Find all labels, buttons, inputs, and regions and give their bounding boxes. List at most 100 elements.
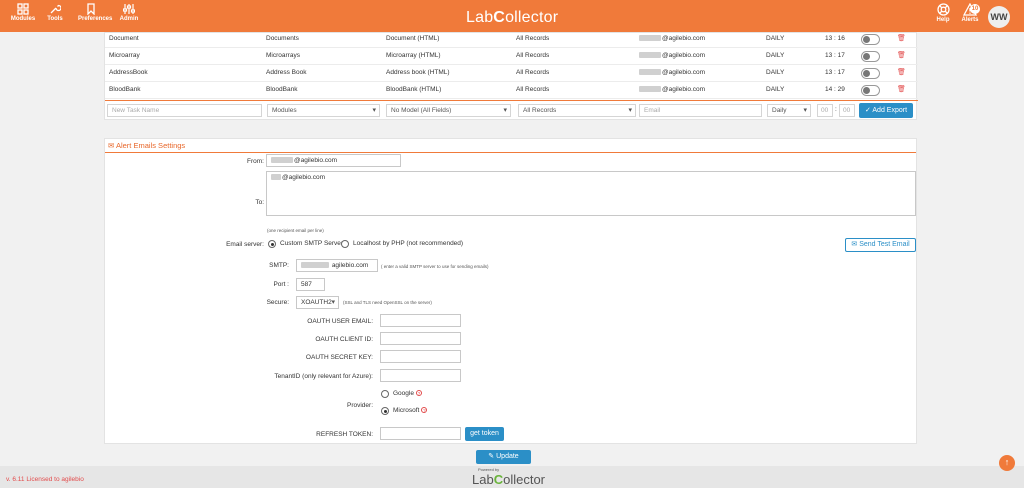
trash-icon[interactable]: 🗑 [897,68,906,76]
labcollector-logo: LabCollector [466,9,558,27]
provider-label: Provider: [346,402,373,409]
nav-tools[interactable]: Tools [42,3,68,22]
task-records: All Records [516,86,550,93]
page-footer: v. 6.11 Licensed to agilebio Powered by … [0,466,1024,488]
grid-icon [17,3,29,15]
localhost-php-radio[interactable] [341,240,349,248]
refresh-token-field[interactable] [380,427,461,440]
task-records: All Records [516,69,550,76]
modules-select[interactable]: Modules [267,104,380,117]
frequency-select[interactable]: Daily [767,104,811,117]
logo-text-c: C [493,9,506,26]
redacted-block [639,69,661,76]
check-icon: ✓ [864,107,871,114]
new-export-row: New Task Name Modules No Model (All Fiel… [105,100,918,120]
nav-admin-label: Admin [119,16,139,22]
secure-select[interactable]: XOAUTH2 [296,296,339,309]
task-model: Microarray (HTML) [386,52,441,59]
nav-modules-label: Modules [10,16,36,22]
new-task-name-input[interactable]: New Task Name [107,104,262,117]
section-header: ✉ Alert Emails Settings [105,139,916,153]
nav-preferences-label: Preferences [78,16,113,22]
get-token-button[interactable]: get token [465,427,504,441]
table-row: AddressBook Address Book Address book (H… [105,65,918,82]
alert-emails-settings-panel: ✉ Alert Emails Settings From: @agilebio.… [104,138,917,444]
provider-google-label: Google? [393,390,422,397]
nav-preferences[interactable]: Preferences [78,3,113,22]
table-row: BloodBank BloodBank BloodBank (HTML) All… [105,82,918,99]
envelope-icon: ✉ [851,241,858,248]
smtp-note: ( enter a valid SMTP server to use for s… [381,264,489,269]
port-label: Port : [273,281,289,288]
send-test-email-button[interactable]: ✉ Send Test Email [845,238,916,252]
trash-icon[interactable]: 🗑 [897,34,906,42]
task-enabled-toggle[interactable] [861,51,880,62]
logo-text-lab: Lab [466,9,494,26]
provider-microsoft-radio[interactable] [381,407,389,415]
sliders-icon [123,4,135,14]
scroll-to-top-button[interactable]: ↑ [999,455,1015,471]
task-model: BloodBank (HTML) [386,86,442,93]
secure-note: (SSL and TLS need OpenSSL on the server) [343,300,432,305]
task-email: @agilebio.com [639,86,705,93]
email-server-label: Email server: [226,241,264,248]
hour-input[interactable]: 00 [817,104,833,117]
provider-google-text: Google [393,390,414,397]
help-icon[interactable]: ? [421,407,428,414]
bookmark-icon [87,3,95,15]
task-enabled-toggle[interactable] [861,85,880,96]
to-label: To: [255,199,264,206]
nav-alerts-label: Alerts [961,17,979,23]
task-time: 14 : 29 [825,86,845,93]
nav-admin[interactable]: Admin [116,3,142,22]
task-module: BloodBank [266,86,298,93]
add-export-button[interactable]: ✓ Add Export [859,103,913,118]
minute-input[interactable]: 00 [839,104,855,117]
nav-modules[interactable]: Modules [10,3,36,22]
footer-logo: LabCollector [472,472,545,487]
records-select[interactable]: All Records [518,104,636,117]
trash-icon[interactable]: 🗑 [897,51,906,59]
refresh-token-label: REFRESH TOKEN: [316,431,373,438]
from-label: From: [247,158,264,165]
time-separator: : [835,106,837,113]
nav-help[interactable]: Help [930,3,956,23]
pencil-icon: ✎ [488,453,495,460]
custom-smtp-radio[interactable] [268,240,276,248]
task-email: @agilebio.com [639,52,705,59]
oauth-secret-key-field[interactable] [380,350,461,363]
email-input[interactable]: Email [639,104,762,117]
logo-text-ollector: ollector [505,9,559,26]
secure-label: Secure: [266,299,289,306]
help-icon[interactable]: ? [415,390,422,397]
task-enabled-toggle[interactable] [861,34,880,45]
task-time: 13 : 17 [825,52,845,59]
footer-logo-c: C [493,472,504,487]
oauth-user-email-field[interactable] [380,314,461,327]
to-textarea[interactable]: @agilebio.com [266,171,916,216]
task-frequency: DAILY [766,35,785,42]
task-module: Documents [266,35,299,42]
update-button[interactable]: ✎ Update [476,450,531,464]
trash-icon[interactable]: 🗑 [897,85,906,93]
provider-google-radio[interactable] [381,390,389,398]
lifebuoy-icon [936,3,950,16]
task-time: 13 : 16 [825,35,845,42]
from-field[interactable]: @agilebio.com [266,154,401,167]
task-email-domain: @agilebio.com [662,86,706,93]
user-avatar[interactable]: WW [988,6,1010,28]
port-field[interactable]: 587 [296,278,325,291]
scheduled-exports-panel: Document Documents Document (HTML) All R… [104,32,918,120]
wrench-icon [50,4,61,14]
to-note: (one recipient email per line) [267,228,324,233]
task-email-domain: @agilebio.com [662,52,706,59]
smtp-field[interactable]: agilebio.com [296,259,378,272]
task-enabled-toggle[interactable] [861,68,880,79]
tenant-id-field[interactable] [380,369,461,382]
custom-smtp-label: Custom SMTP Server [280,240,344,247]
table-row: Microarray Microarrays Microarray (HTML)… [105,48,918,65]
oauth-client-id-field[interactable] [380,332,461,345]
task-frequency: DAILY [766,86,785,93]
envelope-icon: ✉ [108,141,115,150]
model-select[interactable]: No Model (All Fields) [386,104,511,117]
